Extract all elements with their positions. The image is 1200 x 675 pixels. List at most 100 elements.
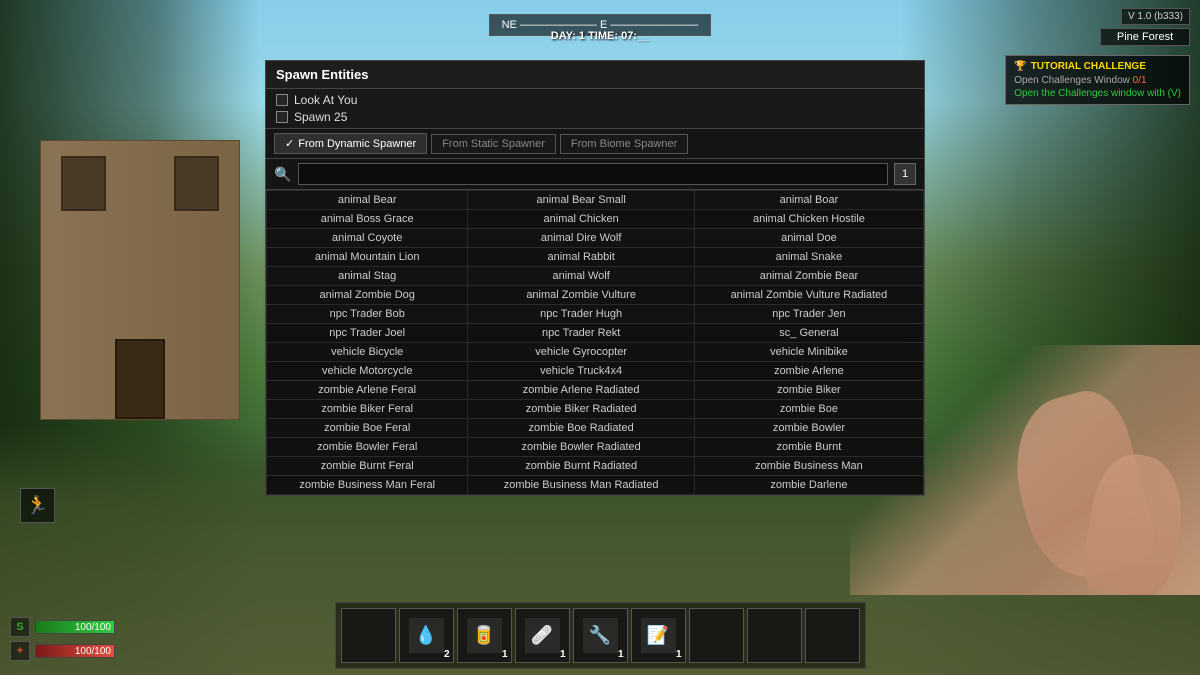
entity-cell[interactable]: zombie Arlene Feral — [267, 381, 468, 400]
btn-dynamic-spawner[interactable]: ✓ From Dynamic Spawner — [274, 133, 427, 154]
entity-cell[interactable]: animal Snake — [694, 248, 923, 267]
entity-cell[interactable]: animal Bear — [267, 191, 468, 210]
entity-cell[interactable]: zombie Boe Feral — [267, 419, 468, 438]
status-bars: 🏃 S 100/100 + 100/100 — [10, 576, 115, 665]
hotbar-slot[interactable]: 📝1 — [631, 608, 686, 663]
entity-cell[interactable]: zombie Burnt — [694, 438, 923, 457]
entity-cell[interactable]: animal Zombie Vulture — [468, 286, 694, 305]
entity-cell[interactable]: zombie Biker Radiated — [468, 400, 694, 419]
entity-cell[interactable]: animal Bear Small — [468, 191, 694, 210]
entity-cell[interactable]: sc_ General — [694, 324, 923, 343]
table-row: zombie Boe Feralzombie Boe Radiatedzombi… — [267, 419, 924, 438]
entity-cell[interactable]: animal Wolf — [468, 267, 694, 286]
entity-cell[interactable]: animal Mountain Lion — [267, 248, 468, 267]
biome-badge: Pine Forest — [1100, 28, 1190, 46]
tutorial-item-1: Open Challenges Window 0/1 — [1014, 75, 1181, 86]
entity-cell[interactable]: zombie Arlene Radiated — [468, 381, 694, 400]
hotbar-slot[interactable]: 🥫1 — [457, 608, 512, 663]
entity-cell[interactable]: animal Dire Wolf — [468, 229, 694, 248]
table-row: animal Boss Graceanimal Chickenanimal Ch… — [267, 210, 924, 229]
table-row: animal Coyoteanimal Dire Wolfanimal Doe — [267, 229, 924, 248]
entity-cell[interactable]: animal Chicken Hostile — [694, 210, 923, 229]
option-spawn-25[interactable]: Spawn 25 — [276, 110, 914, 124]
entity-cell[interactable]: animal Coyote — [267, 229, 468, 248]
table-row: zombie Bowler Feralzombie Bowler Radiate… — [267, 438, 924, 457]
entity-cell[interactable]: animal Boar — [694, 191, 923, 210]
btn-dynamic-label: From Dynamic Spawner — [298, 138, 416, 150]
entity-cell[interactable]: vehicle Bicycle — [267, 343, 468, 362]
search-icon: 🔍 — [274, 165, 292, 183]
entity-cell[interactable]: zombie Business Man — [694, 457, 923, 476]
hotbar-slot[interactable] — [805, 608, 860, 663]
entity-cell[interactable]: npc Trader Hugh — [468, 305, 694, 324]
entity-cell[interactable]: zombie Bowler — [694, 419, 923, 438]
stamina-icon: S — [10, 617, 30, 637]
search-row: 🔍 1 — [266, 159, 924, 190]
entity-cell[interactable]: zombie Boe — [694, 400, 923, 419]
tutorial-title: 🏆 TUTORIAL CHALLENGE — [1014, 61, 1181, 72]
tutorial-item-2: Open the Challenges window with (V) — [1014, 88, 1181, 99]
entity-cell[interactable]: zombie Darlene — [694, 476, 923, 495]
btn-static-spawner[interactable]: From Static Spawner — [431, 134, 556, 154]
stamina-bar-row: S 100/100 — [10, 617, 115, 637]
table-row: zombie Burnt Feralzombie Burnt Radiatedz… — [267, 457, 924, 476]
search-input[interactable] — [298, 163, 888, 185]
entity-cell[interactable]: vehicle Truck4x4 — [468, 362, 694, 381]
entity-cell[interactable]: animal Doe — [694, 229, 923, 248]
hotbar-slot[interactable] — [689, 608, 744, 663]
entity-table: animal Bearanimal Bear Smallanimal Boara… — [266, 190, 924, 495]
checkbox-look-at-you[interactable] — [276, 94, 288, 106]
entity-cell[interactable]: vehicle Gyrocopter — [468, 343, 694, 362]
hotbar-slot[interactable] — [341, 608, 396, 663]
btn-biome-spawner[interactable]: From Biome Spawner — [560, 134, 688, 154]
entity-cell[interactable]: zombie Burnt Feral — [267, 457, 468, 476]
btn-static-label: From Static Spawner — [442, 138, 545, 150]
list-count: 1 — [894, 163, 916, 185]
hotbar-slot[interactable] — [747, 608, 802, 663]
entity-cell[interactable]: zombie Bowler Feral — [267, 438, 468, 457]
spawn-options: Look At You Spawn 25 — [266, 89, 924, 129]
hotbar-slot[interactable]: 🩹1 — [515, 608, 570, 663]
spawner-buttons-row: ✓ From Dynamic Spawner From Static Spawn… — [266, 129, 924, 159]
table-row: animal Staganimal Wolfanimal Zombie Bear — [267, 267, 924, 286]
spawn-panel: Spawn Entities Look At You Spawn 25 ✓ Fr… — [265, 60, 925, 496]
entity-cell[interactable]: animal Zombie Vulture Radiated — [694, 286, 923, 305]
entity-cell[interactable]: zombie Bowler Radiated — [468, 438, 694, 457]
hotbar-slot[interactable]: 💧2 — [399, 608, 454, 663]
btn-biome-label: From Biome Spawner — [571, 138, 677, 150]
entity-cell[interactable]: vehicle Motorcycle — [267, 362, 468, 381]
entity-cell[interactable]: npc Trader Joel — [267, 324, 468, 343]
house — [40, 140, 240, 420]
entity-cell[interactable]: animal Rabbit — [468, 248, 694, 267]
entity-cell[interactable]: npc Trader Jen — [694, 305, 923, 324]
entity-cell[interactable]: npc Trader Bob — [267, 305, 468, 324]
entity-cell[interactable]: zombie Biker Feral — [267, 400, 468, 419]
health-value: 100/100 — [75, 645, 111, 659]
entity-cell[interactable]: npc Trader Rekt — [468, 324, 694, 343]
item-count: 1 — [560, 649, 566, 660]
health-bar-row: + 100/100 — [10, 641, 115, 661]
item-icon: 💧 — [409, 618, 444, 653]
entity-cell[interactable]: zombie Business Man Radiated — [468, 476, 694, 495]
checkmark-icon: ✓ — [285, 137, 294, 150]
table-row: zombie Business Man Feralzombie Business… — [267, 476, 924, 495]
entity-cell[interactable]: animal Zombie Dog — [267, 286, 468, 305]
entity-cell[interactable]: zombie Burnt Radiated — [468, 457, 694, 476]
entity-cell[interactable]: animal Boss Grace — [267, 210, 468, 229]
spawn-panel-header: Spawn Entities — [266, 61, 924, 89]
hotbar-slot[interactable]: 🔧1 — [573, 608, 628, 663]
entity-list-container[interactable]: animal Bearanimal Bear Smallanimal Boara… — [266, 190, 924, 495]
entity-cell[interactable]: animal Chicken — [468, 210, 694, 229]
entity-cell[interactable]: animal Zombie Bear — [694, 267, 923, 286]
item-count: 1 — [618, 649, 624, 660]
entity-cell[interactable]: animal Stag — [267, 267, 468, 286]
item-icon: 🔧 — [583, 618, 618, 653]
entity-cell[interactable]: zombie Biker — [694, 381, 923, 400]
table-row: zombie Arlene Feralzombie Arlene Radiate… — [267, 381, 924, 400]
entity-cell[interactable]: vehicle Minibike — [694, 343, 923, 362]
entity-cell[interactable]: zombie Boe Radiated — [468, 419, 694, 438]
entity-cell[interactable]: zombie Business Man Feral — [267, 476, 468, 495]
entity-cell[interactable]: zombie Arlene — [694, 362, 923, 381]
checkbox-spawn-25[interactable] — [276, 111, 288, 123]
option-look-at-you[interactable]: Look At You — [276, 93, 914, 107]
